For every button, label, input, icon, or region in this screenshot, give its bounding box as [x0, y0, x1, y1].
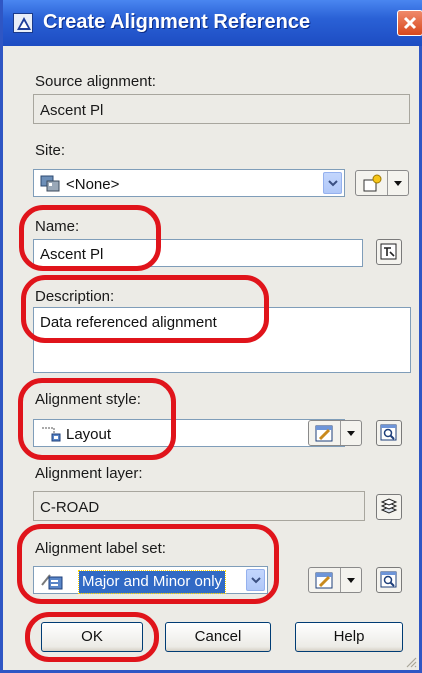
alignment-style-label: Alignment style:: [35, 391, 141, 408]
site-icon: [40, 175, 60, 192]
pick-style-button[interactable]: [376, 420, 402, 446]
close-icon: [403, 16, 417, 30]
name-template-button[interactable]: [376, 239, 402, 265]
edit-style-button[interactable]: [308, 420, 362, 446]
alignment-layer-field: C-ROAD: [33, 491, 365, 521]
ok-button[interactable]: OK: [41, 622, 143, 652]
chevron-down-icon: [328, 180, 338, 187]
name-label: Name:: [35, 218, 80, 235]
source-alignment-value: Ascent Pl: [40, 102, 104, 119]
layers-icon: [380, 498, 398, 514]
name-template-icon: [380, 243, 397, 260]
create-site-button[interactable]: [355, 170, 409, 196]
help-button[interactable]: Help: [295, 622, 403, 652]
name-input[interactable]: Ascent Pl: [33, 239, 363, 267]
label-set-dropdown[interactable]: Major and Minor only: [33, 566, 268, 594]
label-set-dropdown-arrow[interactable]: [246, 569, 265, 591]
chevron-down-icon: [347, 578, 355, 583]
site-dropdown[interactable]: <None>: [33, 169, 345, 197]
autocad-app-icon: [13, 13, 33, 33]
dialog-title: Create Alignment Reference: [43, 11, 311, 33]
title-bar[interactable]: Create Alignment Reference: [3, 0, 422, 46]
edit-style-icon: [315, 425, 333, 442]
name-value: Ascent Pl: [40, 246, 104, 263]
label-set-label: Alignment label set:: [35, 540, 166, 557]
resize-grip-icon[interactable]: [405, 656, 417, 668]
description-textarea[interactable]: Data referenced alignment: [33, 307, 411, 373]
create-alignment-reference-dialog: Create Alignment Reference Source alignm…: [0, 0, 422, 673]
pick-style-icon: [380, 424, 397, 441]
alignment-style-value: Layout: [66, 426, 112, 443]
pick-label-set-icon: [380, 571, 397, 588]
chevron-down-icon: [394, 181, 402, 186]
close-button[interactable]: [397, 10, 422, 36]
site-dropdown-arrow[interactable]: [323, 172, 342, 194]
edit-label-set-button[interactable]: [308, 567, 362, 593]
site-label: Site:: [35, 142, 66, 159]
site-value: <None>: [66, 176, 120, 193]
pick-label-set-button[interactable]: [376, 567, 402, 593]
layout-style-icon: [42, 427, 61, 442]
label-set-value: Major and Minor only: [77, 570, 227, 594]
alignment-style-dropdown[interactable]: Layout: [33, 419, 345, 447]
alignment-layer-value: C-ROAD: [40, 499, 100, 516]
edit-label-set-icon: [315, 572, 333, 589]
chevron-down-icon: [347, 431, 355, 436]
new-site-icon: [363, 174, 382, 192]
description-value: Data referenced alignment: [40, 314, 217, 331]
source-alignment-field: Ascent Pl: [33, 94, 410, 124]
description-label: Description:: [35, 288, 115, 305]
chevron-down-icon: [251, 577, 261, 584]
cancel-button[interactable]: Cancel: [165, 622, 271, 652]
layers-button[interactable]: [376, 494, 402, 520]
alignment-layer-label: Alignment layer:: [35, 465, 143, 482]
label-set-icon: [41, 574, 63, 590]
source-alignment-label: Source alignment:: [35, 73, 156, 90]
